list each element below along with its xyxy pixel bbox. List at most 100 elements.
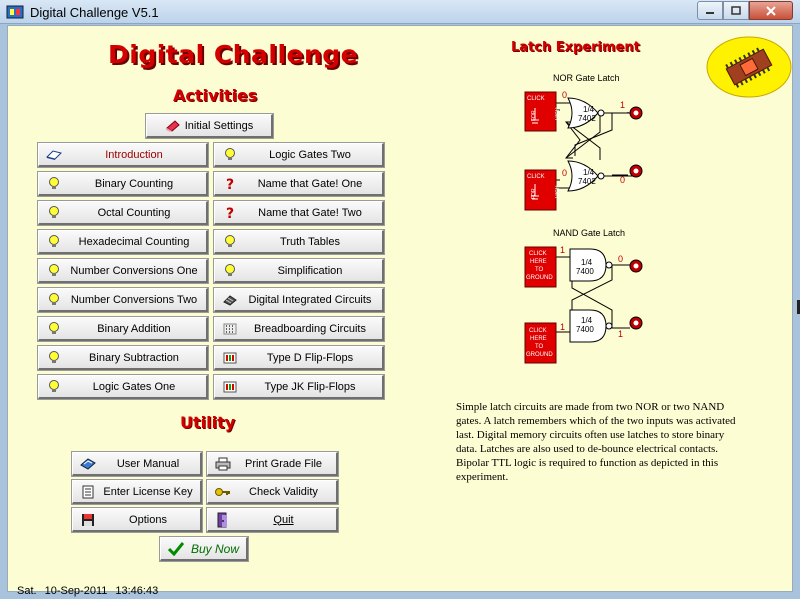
question-icon: ? xyxy=(222,205,238,221)
activity-simplification-button[interactable]: Simplification xyxy=(213,258,385,284)
activity-label: Breadboarding Circuits xyxy=(254,322,366,335)
document-icon xyxy=(80,484,96,500)
title-bar: Digital Challenge V5.1 xyxy=(0,0,800,24)
app-icon[interactable] xyxy=(6,4,24,20)
activity-type-d-flip-flops-button[interactable]: Type D Flip-Flops xyxy=(213,345,385,371)
lightbulb-icon xyxy=(46,379,62,395)
activity-name-that-gate-two-button[interactable]: ? Name that Gate! Two xyxy=(213,200,385,226)
lightbulb-icon xyxy=(46,292,62,308)
nor-top-output-value: 1 xyxy=(620,100,625,110)
nand-switch-text: TO xyxy=(535,267,544,273)
activity-label: Number Conversions Two xyxy=(70,293,198,306)
nor-bottom-gate-label-2: 7402 xyxy=(578,177,596,186)
activity-number-conversions-two-button[interactable]: Number Conversions Two xyxy=(37,287,209,313)
question-icon: ? xyxy=(222,176,238,192)
lightbulb-icon xyxy=(46,263,62,279)
initial-settings-button[interactable]: Initial Settings xyxy=(145,113,274,139)
nand-switch-text: CLICK xyxy=(529,328,547,334)
nor-top-input-value: 0 xyxy=(562,90,567,100)
status-date: 10-Sep-2011 xyxy=(44,585,108,597)
manual-icon xyxy=(80,456,96,472)
lightbulb-icon xyxy=(46,176,62,192)
status-day: Sat. xyxy=(17,585,37,597)
window-title: Digital Challenge V5.1 xyxy=(30,5,159,20)
activity-label: Logic Gates One xyxy=(92,380,176,393)
activity-hexadecimal-counting-button[interactable]: Hexadecimal Counting xyxy=(37,229,209,255)
lightbulb-icon xyxy=(46,234,62,250)
activity-introduction-button[interactable]: Introduction xyxy=(37,142,209,168)
activity-type-jk-flip-flops-button[interactable]: Type JK Flip-Flops xyxy=(213,374,385,400)
nand-bottom-gate-label-1: 1/4 xyxy=(581,316,593,325)
activity-label: Binary Counting xyxy=(94,177,174,190)
activity-binary-addition-button[interactable]: Binary Addition xyxy=(37,316,209,342)
activity-label: Binary Subtraction xyxy=(89,351,179,364)
activity-truth-tables-button[interactable]: Truth Tables xyxy=(213,229,385,255)
activity-octal-counting-button[interactable]: Octal Counting xyxy=(37,200,209,226)
nor-bottom-output-value: 0 xyxy=(620,175,625,185)
buy-now-button[interactable]: Buy Now xyxy=(159,536,249,562)
activity-name-that-gate-one-button[interactable]: ? Name that Gate! One xyxy=(213,171,385,197)
check-validity-button[interactable]: Check Validity xyxy=(206,479,339,505)
activity-label: Name that Gate! Two xyxy=(258,206,362,219)
nand-switch-text: CLICK xyxy=(529,251,547,257)
nand-top-gate-label-1: 1/4 xyxy=(581,258,593,267)
nand-bottom-output-value: 1 xyxy=(618,329,623,339)
activity-logic-gates-two-button[interactable]: Logic Gates Two xyxy=(213,142,385,168)
activity-binary-subtraction-button[interactable]: Binary Subtraction xyxy=(37,345,209,371)
lightbulb-icon xyxy=(46,350,62,366)
activity-binary-counting-button[interactable]: Binary Counting xyxy=(37,171,209,197)
activity-label: Hexadecimal Counting xyxy=(78,235,190,248)
nand-switch-text: GROUND xyxy=(526,275,553,281)
svg-text:?: ? xyxy=(226,177,234,191)
maximize-icon xyxy=(731,6,741,15)
nor-top-gate-label-2: 7402 xyxy=(578,114,596,123)
book-icon xyxy=(46,147,62,163)
activity-label: Binary Addition xyxy=(97,322,171,335)
activity-logic-gates-one-button[interactable]: Logic Gates One xyxy=(37,374,209,400)
app-title: Digital Challenge xyxy=(108,40,359,69)
lightbulb-icon xyxy=(222,147,238,163)
utility-heading: Utility xyxy=(180,413,236,432)
nor-switch-text: CLICK xyxy=(527,174,545,180)
minimize-icon xyxy=(706,11,714,14)
check-validity-label: Check Validity xyxy=(249,485,318,498)
nor-switch-text: FOR xyxy=(531,110,537,121)
activity-breadboarding-circuits-button[interactable]: Breadboarding Circuits xyxy=(213,316,385,342)
nor-switch-text: FOR xyxy=(531,188,537,199)
activity-label: Digital Integrated Circuits xyxy=(248,293,372,306)
maximize-button[interactable] xyxy=(723,1,749,20)
close-button[interactable] xyxy=(749,1,793,20)
minimize-button[interactable] xyxy=(697,1,723,20)
activity-label: Truth Tables xyxy=(280,235,340,248)
user-manual-button[interactable]: User Manual xyxy=(71,451,203,477)
activity-label: Name that Gate! One xyxy=(257,177,363,190)
activity-number-conversions-one-button[interactable]: Number Conversions One xyxy=(37,258,209,284)
options-button[interactable]: Options xyxy=(71,507,203,533)
nand-switch-text: HERE xyxy=(530,336,547,342)
nand-top-input-value: 1 xyxy=(560,245,565,255)
nor-bottom-gate-label-1: 1/4 xyxy=(583,168,595,177)
lightbulb-icon xyxy=(222,263,238,279)
status-time: 13:46:43 xyxy=(115,585,159,597)
print-grade-file-button[interactable]: Print Grade File xyxy=(206,451,339,477)
activity-label: Type D Flip-Flops xyxy=(266,351,354,364)
latch-circuit-diagram: NOR Gate Latch 1/4 7402 1/4 7402 CLICK F… xyxy=(524,73,643,364)
activity-label: Logic Gates Two xyxy=(269,148,351,161)
experiment-description: Simple latch circuits are made from two … xyxy=(456,401,736,483)
chip-logo-icon xyxy=(706,36,792,98)
nand-bottom-gate-label-2: 7400 xyxy=(576,325,594,334)
quit-button[interactable]: Quit xyxy=(206,507,339,533)
printer-icon xyxy=(215,456,231,472)
nand-top-gate-label-2: 7400 xyxy=(576,267,594,276)
activities-heading: Activities xyxy=(173,86,258,105)
nand-top-output-value: 0 xyxy=(618,254,623,264)
activity-label: Number Conversions One xyxy=(70,264,198,277)
enter-license-key-button[interactable]: Enter License Key xyxy=(71,479,203,505)
nor-top-gate-label-1: 1/4 xyxy=(583,105,595,114)
buy-now-label: Buy Now xyxy=(190,541,240,556)
activity-digital-integrated-circuits-button[interactable]: Digital Integrated Circuits xyxy=(213,287,385,313)
quit-label: Quit xyxy=(273,513,294,526)
lightbulb-icon xyxy=(46,321,62,337)
checkmark-icon xyxy=(168,541,184,557)
nand-bottom-input-value: 1 xyxy=(560,322,565,332)
